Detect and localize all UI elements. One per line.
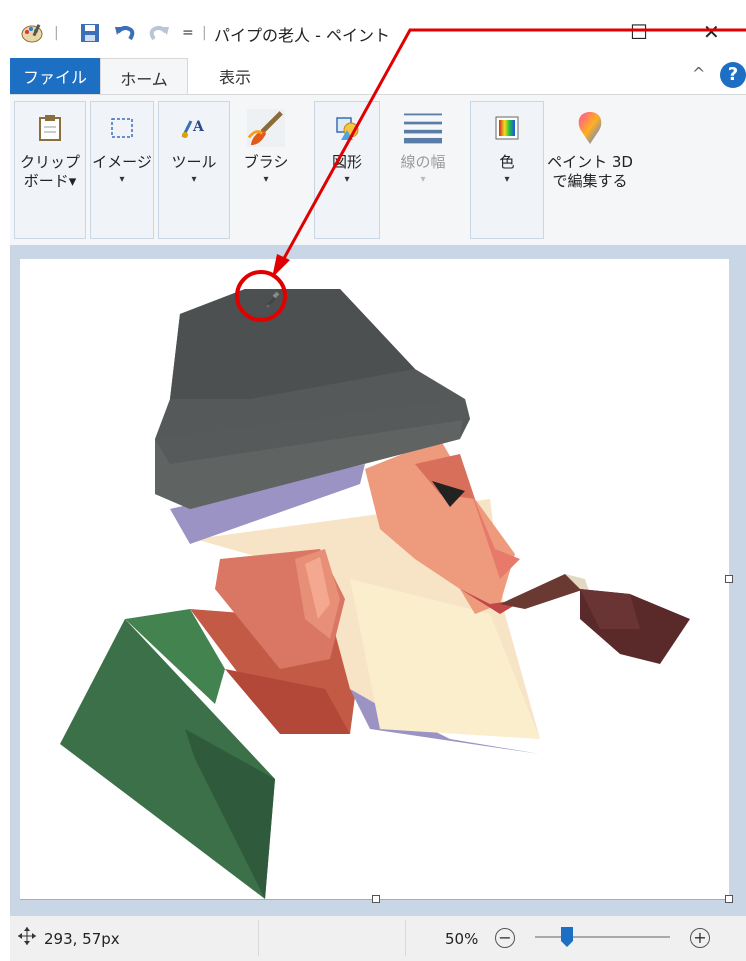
paint3d-button[interactable]: ペイント 3D で編集する: [540, 101, 640, 191]
image-dropdown-icon: ▾: [119, 174, 125, 185]
clipboard-label: クリップ ボード▾: [19, 153, 80, 190]
brush-icon: [247, 109, 285, 147]
maximize-button[interactable]: ☐: [630, 20, 648, 44]
tools-button[interactable]: A ツール ▾: [159, 101, 229, 185]
line-width-dropdown-icon: ▾: [420, 174, 426, 185]
ribbon-tabs: ファイル ホーム 表示 ^ ?: [0, 58, 746, 96]
tab-file[interactable]: ファイル: [10, 58, 100, 94]
cursor-position-icon: [18, 927, 36, 949]
tools-dropdown-icon: ▾: [191, 174, 197, 185]
zoom-level: 50%: [445, 930, 479, 948]
image-label: イメージ: [92, 153, 152, 171]
shapes-icon: [328, 109, 366, 147]
save-icon[interactable]: [80, 21, 100, 45]
image-button[interactable]: イメージ ▾: [87, 101, 157, 185]
color-palette-icon: [488, 109, 526, 147]
zoom-out-button[interactable]: −: [495, 928, 515, 948]
brush-label: ブラシ: [243, 153, 289, 171]
line-width-label: 線の幅: [400, 153, 446, 171]
qa-separator-2: |: [202, 25, 207, 41]
window-title: パイプの老人 - ペイント: [214, 26, 390, 45]
color-button[interactable]: 色 ▾: [472, 101, 542, 185]
canvas-workspace: [10, 245, 746, 915]
zoom-in-button[interactable]: +: [690, 928, 710, 948]
old-man-with-pipe-image: [60, 289, 690, 899]
title-bar: | = | パイプの老人 - ペイント ☐ ✕: [0, 0, 746, 58]
tab-view[interactable]: 表示: [196, 58, 274, 94]
resize-handle-right[interactable]: [725, 575, 733, 583]
cursor-coordinates: 293, 57px: [44, 930, 120, 948]
ribbon-collapse-icon[interactable]: ^: [692, 64, 705, 83]
paint3d-label: ペイント 3D で編集する: [547, 153, 633, 190]
svg-text:A: A: [192, 119, 205, 135]
qa-separator: |: [54, 25, 59, 41]
resize-handle-bottom[interactable]: [372, 895, 380, 903]
close-button[interactable]: ✕: [703, 20, 720, 44]
resize-handle-corner[interactable]: [725, 895, 733, 903]
status-separator-2: [405, 920, 406, 956]
line-width-icon: [404, 109, 442, 147]
clipboard-button[interactable]: クリップ ボード▾: [15, 101, 85, 191]
zoom-slider-thumb[interactable]: [561, 927, 573, 947]
brush-dropdown-icon: ▾: [263, 174, 269, 185]
tools-label: ツール: [171, 153, 217, 171]
tools-icon: A: [175, 109, 213, 147]
undo-icon[interactable]: [114, 21, 136, 45]
shapes-dropdown-icon: ▾: [344, 174, 350, 185]
color-label: 色: [499, 153, 515, 171]
shapes-button[interactable]: 図形 ▾: [312, 101, 382, 185]
color-dropdown-icon: ▾: [504, 174, 510, 185]
line-width-button[interactable]: 線の幅 ▾: [388, 101, 458, 185]
clipboard-icon: [31, 109, 69, 147]
drawing-canvas[interactable]: [20, 259, 733, 903]
paint-app-icon[interactable]: [20, 21, 44, 45]
help-icon[interactable]: ?: [720, 62, 746, 88]
shapes-label: 図形: [331, 153, 362, 171]
qa-customize-dropdown[interactable]: =: [182, 21, 194, 45]
brush-button[interactable]: ブラシ ▾: [231, 101, 301, 185]
status-bar: 293, 57px 50% − +: [10, 915, 746, 961]
select-icon: [103, 109, 141, 147]
paint3d-icon: [571, 109, 609, 147]
tab-home[interactable]: ホーム: [100, 58, 188, 96]
zoom-slider-track[interactable]: [535, 936, 670, 938]
status-separator-1: [258, 920, 259, 956]
redo-icon[interactable]: [148, 21, 170, 45]
ribbon: クリップ ボード▾ イメージ ▾ A ツール ▾ ブラシ ▾ 図形 ▾ 線の幅 …: [10, 94, 746, 246]
